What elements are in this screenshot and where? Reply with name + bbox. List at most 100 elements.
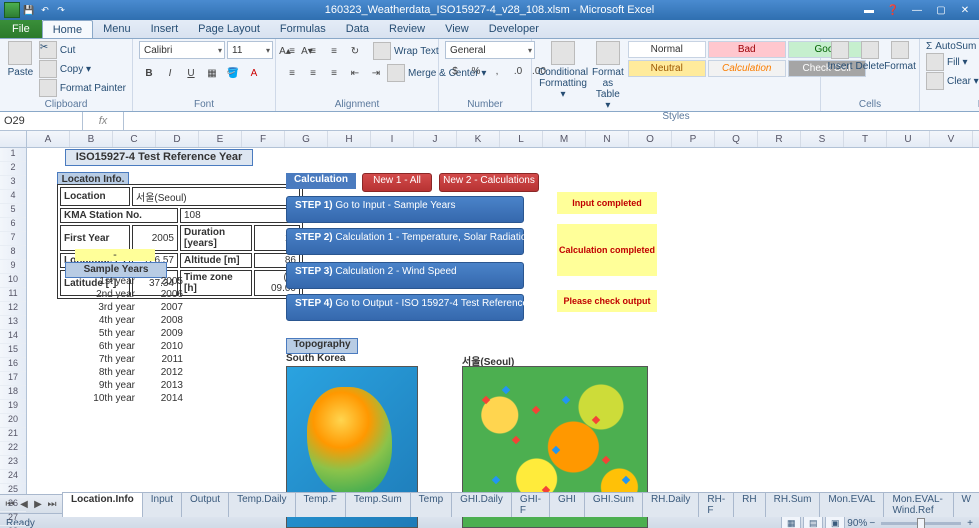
view-page-layout-icon[interactable]: ▤ bbox=[803, 515, 823, 528]
paste-button[interactable]: Paste bbox=[6, 41, 35, 78]
formula-input[interactable] bbox=[124, 112, 979, 130]
format-painter-button[interactable]: Format Painter bbox=[39, 79, 126, 97]
col-header[interactable]: R bbox=[758, 131, 801, 147]
row-header[interactable]: 14 bbox=[0, 330, 26, 344]
worksheet[interactable]: ISO15927-4 Test Reference Year Locaton I… bbox=[27, 148, 979, 494]
row-header[interactable]: 19 bbox=[0, 400, 26, 414]
qat-save-icon[interactable]: 💾 bbox=[22, 3, 36, 17]
row-header[interactable]: 27 bbox=[0, 512, 26, 526]
zoom-out-icon[interactable]: − bbox=[869, 518, 875, 528]
ws-tab[interactable]: Input bbox=[142, 492, 182, 517]
col-header[interactable]: J bbox=[414, 131, 457, 147]
ws-tab[interactable]: Temp bbox=[410, 492, 452, 517]
row-header[interactable]: 12 bbox=[0, 302, 26, 316]
currency-icon[interactable]: $ bbox=[445, 61, 465, 81]
fill-button[interactable]: Fill ▾ bbox=[926, 53, 979, 71]
zoom-slider[interactable] bbox=[881, 522, 961, 525]
cut-button[interactable]: ✂Cut bbox=[39, 41, 126, 59]
ws-tab[interactable]: GHI-F bbox=[511, 492, 550, 517]
row-header[interactable]: 9 bbox=[0, 260, 26, 274]
col-header[interactable]: F bbox=[242, 131, 285, 147]
new1-button[interactable]: New 1 - All bbox=[362, 173, 432, 192]
view-normal-icon[interactable]: ▦ bbox=[781, 515, 801, 528]
col-header[interactable]: B bbox=[70, 131, 113, 147]
formulas-tab[interactable]: Formulas bbox=[270, 20, 336, 38]
ws-tab[interactable]: W bbox=[953, 492, 979, 517]
italic-button[interactable]: I bbox=[160, 63, 180, 83]
col-header[interactable]: H bbox=[328, 131, 371, 147]
ws-tab[interactable]: RH-F bbox=[698, 492, 734, 517]
row-header[interactable]: 18 bbox=[0, 386, 26, 400]
col-header[interactable]: M bbox=[543, 131, 586, 147]
border-icon[interactable]: ▦ bbox=[202, 63, 222, 83]
step1-button[interactable]: STEP 1) Go to Input - Sample Years bbox=[286, 196, 524, 223]
col-header[interactable]: L bbox=[500, 131, 543, 147]
ribbon-minimize-icon[interactable]: ▬ bbox=[857, 3, 881, 17]
ws-tab[interactable]: Mon.EVAL bbox=[819, 492, 884, 517]
row-header[interactable]: 11 bbox=[0, 288, 26, 302]
font-size-combo[interactable]: 11 bbox=[227, 41, 273, 59]
menu-tab[interactable]: Menu bbox=[93, 20, 141, 38]
align-right-icon[interactable]: ≡ bbox=[324, 63, 344, 83]
col-header[interactable]: I bbox=[371, 131, 414, 147]
step2-button[interactable]: STEP 2) Calculation 1 - Temperature, Sol… bbox=[286, 228, 524, 255]
ws-tab[interactable]: Temp.Sum bbox=[345, 492, 411, 517]
delete-cells-button[interactable]: Delete bbox=[857, 41, 883, 72]
insert-tab[interactable]: Insert bbox=[141, 20, 189, 38]
row-header[interactable]: 26 bbox=[0, 498, 26, 512]
step3-button[interactable]: STEP 3) Calculation 2 - Wind Speed bbox=[286, 262, 524, 289]
ws-tab[interactable]: Mon.EVAL-Wind.Ref bbox=[883, 492, 953, 517]
qat-undo-icon[interactable]: ↶ bbox=[38, 3, 52, 17]
minimize-icon[interactable]: — bbox=[905, 3, 929, 17]
font-color-icon[interactable]: A bbox=[244, 63, 264, 83]
ws-tab[interactable]: GHI bbox=[549, 492, 585, 517]
select-all-corner[interactable] bbox=[0, 131, 27, 147]
col-header[interactable]: P bbox=[672, 131, 715, 147]
row-header[interactable]: 5 bbox=[0, 204, 26, 218]
developer-tab[interactable]: Developer bbox=[479, 20, 549, 38]
help-icon[interactable]: ❓ bbox=[881, 3, 905, 17]
view-page-break-icon[interactable]: ▣ bbox=[825, 515, 845, 528]
row-header[interactable]: 22 bbox=[0, 442, 26, 456]
ws-tab[interactable]: GHI.Daily bbox=[451, 492, 512, 517]
clear-button[interactable]: Clear ▾ bbox=[926, 72, 979, 90]
ws-tab[interactable]: RH.Daily bbox=[642, 492, 699, 517]
ws-tab[interactable]: Location.Info bbox=[62, 492, 143, 517]
align-top-icon[interactable]: ≡ bbox=[282, 41, 302, 61]
style-bad[interactable]: Bad bbox=[708, 41, 786, 58]
format-table-button[interactable]: Format as Table ▾ bbox=[592, 41, 624, 111]
col-header[interactable]: K bbox=[457, 131, 500, 147]
col-header[interactable]: T bbox=[844, 131, 887, 147]
style-calculation[interactable]: Calculation bbox=[708, 60, 786, 77]
row-header[interactable]: 2 bbox=[0, 162, 26, 176]
ws-next-icon[interactable]: ▶ bbox=[32, 499, 44, 510]
ws-tab[interactable]: Temp.Daily bbox=[228, 492, 295, 517]
row-header[interactable]: 8 bbox=[0, 246, 26, 260]
row-header[interactable]: 10 bbox=[0, 274, 26, 288]
align-center-icon[interactable]: ≡ bbox=[303, 63, 323, 83]
align-bot-icon[interactable]: ≡ bbox=[324, 41, 344, 61]
col-header[interactable]: Q bbox=[715, 131, 758, 147]
style-normal[interactable]: Normal bbox=[628, 41, 706, 58]
col-header[interactable]: V bbox=[930, 131, 973, 147]
col-header[interactable]: A bbox=[27, 131, 70, 147]
percent-icon[interactable]: % bbox=[466, 61, 486, 81]
row-header[interactable]: 20 bbox=[0, 414, 26, 428]
wrap-text-button[interactable]: Wrap Text bbox=[373, 41, 439, 61]
row-header[interactable]: 1 bbox=[0, 148, 26, 162]
ws-tab[interactable]: RH bbox=[733, 492, 765, 517]
zoom-level[interactable]: 90% bbox=[847, 518, 867, 528]
dec-indent-icon[interactable]: ⇤ bbox=[345, 63, 365, 83]
ws-tab[interactable]: RH.Sum bbox=[765, 492, 821, 517]
col-header[interactable]: U bbox=[887, 131, 930, 147]
style-neutral[interactable]: Neutral bbox=[628, 60, 706, 77]
row-header[interactable]: 23 bbox=[0, 456, 26, 470]
align-left-icon[interactable]: ≡ bbox=[282, 63, 302, 83]
fx-icon[interactable]: fx bbox=[99, 115, 108, 127]
qat-redo-icon[interactable]: ↷ bbox=[54, 3, 68, 17]
inc-decimal-icon[interactable]: .0 bbox=[508, 61, 528, 81]
align-mid-icon[interactable]: ≡ bbox=[303, 41, 323, 61]
row-header[interactable]: 7 bbox=[0, 232, 26, 246]
number-format-combo[interactable]: General bbox=[445, 41, 535, 59]
row-header[interactable]: 6 bbox=[0, 218, 26, 232]
